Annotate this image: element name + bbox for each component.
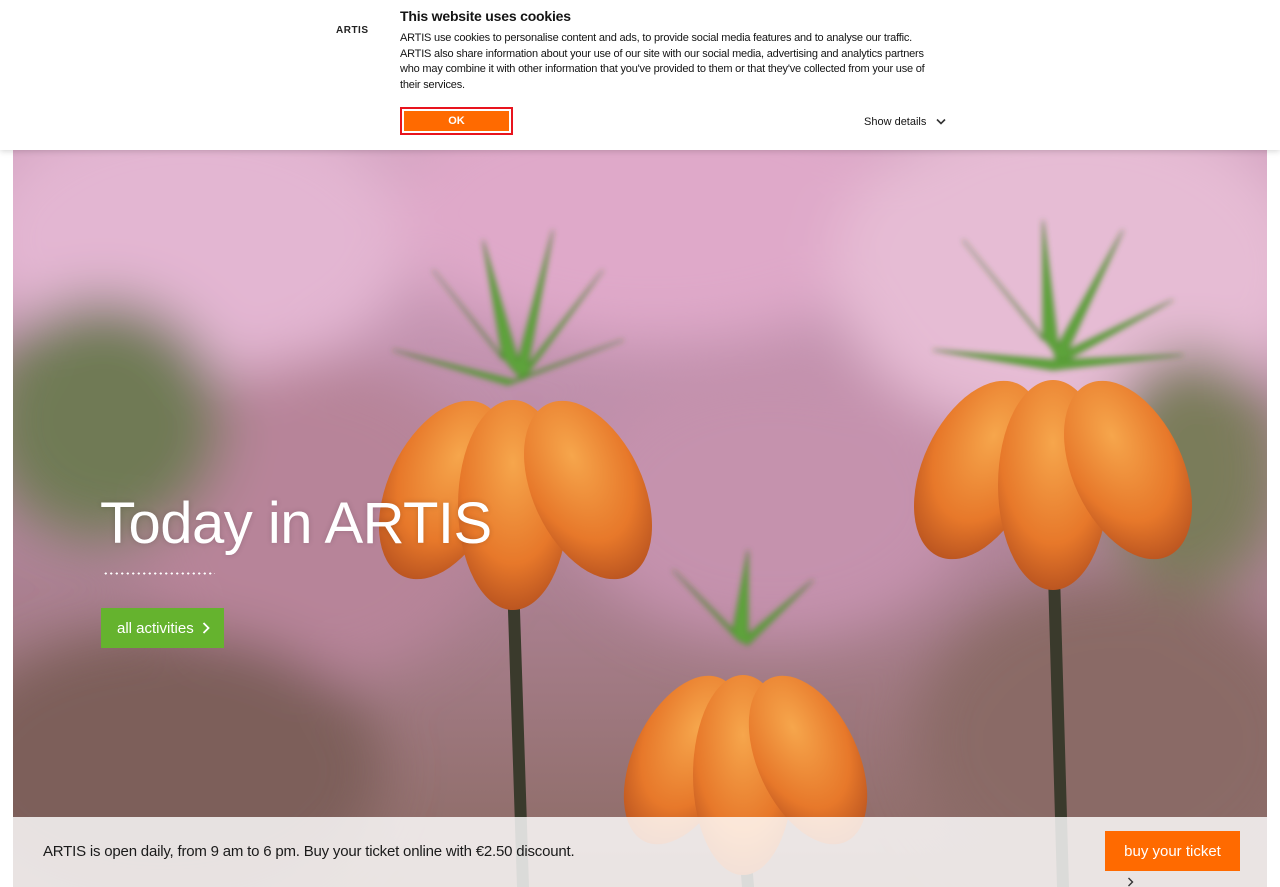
all-activities-button[interactable]: all activities <box>101 608 224 648</box>
opening-info-bar: ARTIS is open daily, from 9 am to 6 pm. … <box>13 817 1267 887</box>
cookie-logo: ARTIS <box>336 25 369 36</box>
cookie-description: ARTIS use cookies to personalise content… <box>400 32 925 91</box>
all-activities-label: all activities <box>117 619 194 637</box>
show-details-label: Show details <box>864 116 927 128</box>
cookie-ok-button[interactable]: OK <box>400 107 513 135</box>
opening-hours-text: ARTIS is open daily, from 9 am to 6 pm. … <box>43 843 575 860</box>
cookie-title: This website uses cookies <box>400 8 571 24</box>
show-details-toggle[interactable]: Show details <box>864 116 946 128</box>
chevron-right-icon <box>1128 877 1134 887</box>
cookie-banner: ARTIS This website uses cookies ARTIS us… <box>0 0 1280 150</box>
title-divider <box>103 572 215 575</box>
chevron-right-icon <box>202 622 210 634</box>
chevron-down-icon <box>936 118 946 125</box>
hero-section: Today in ARTIS all activities <box>13 120 1267 887</box>
hero-title: Today in ARTIS <box>100 491 492 556</box>
buy-ticket-button[interactable]: buy your ticket <box>1105 831 1240 871</box>
